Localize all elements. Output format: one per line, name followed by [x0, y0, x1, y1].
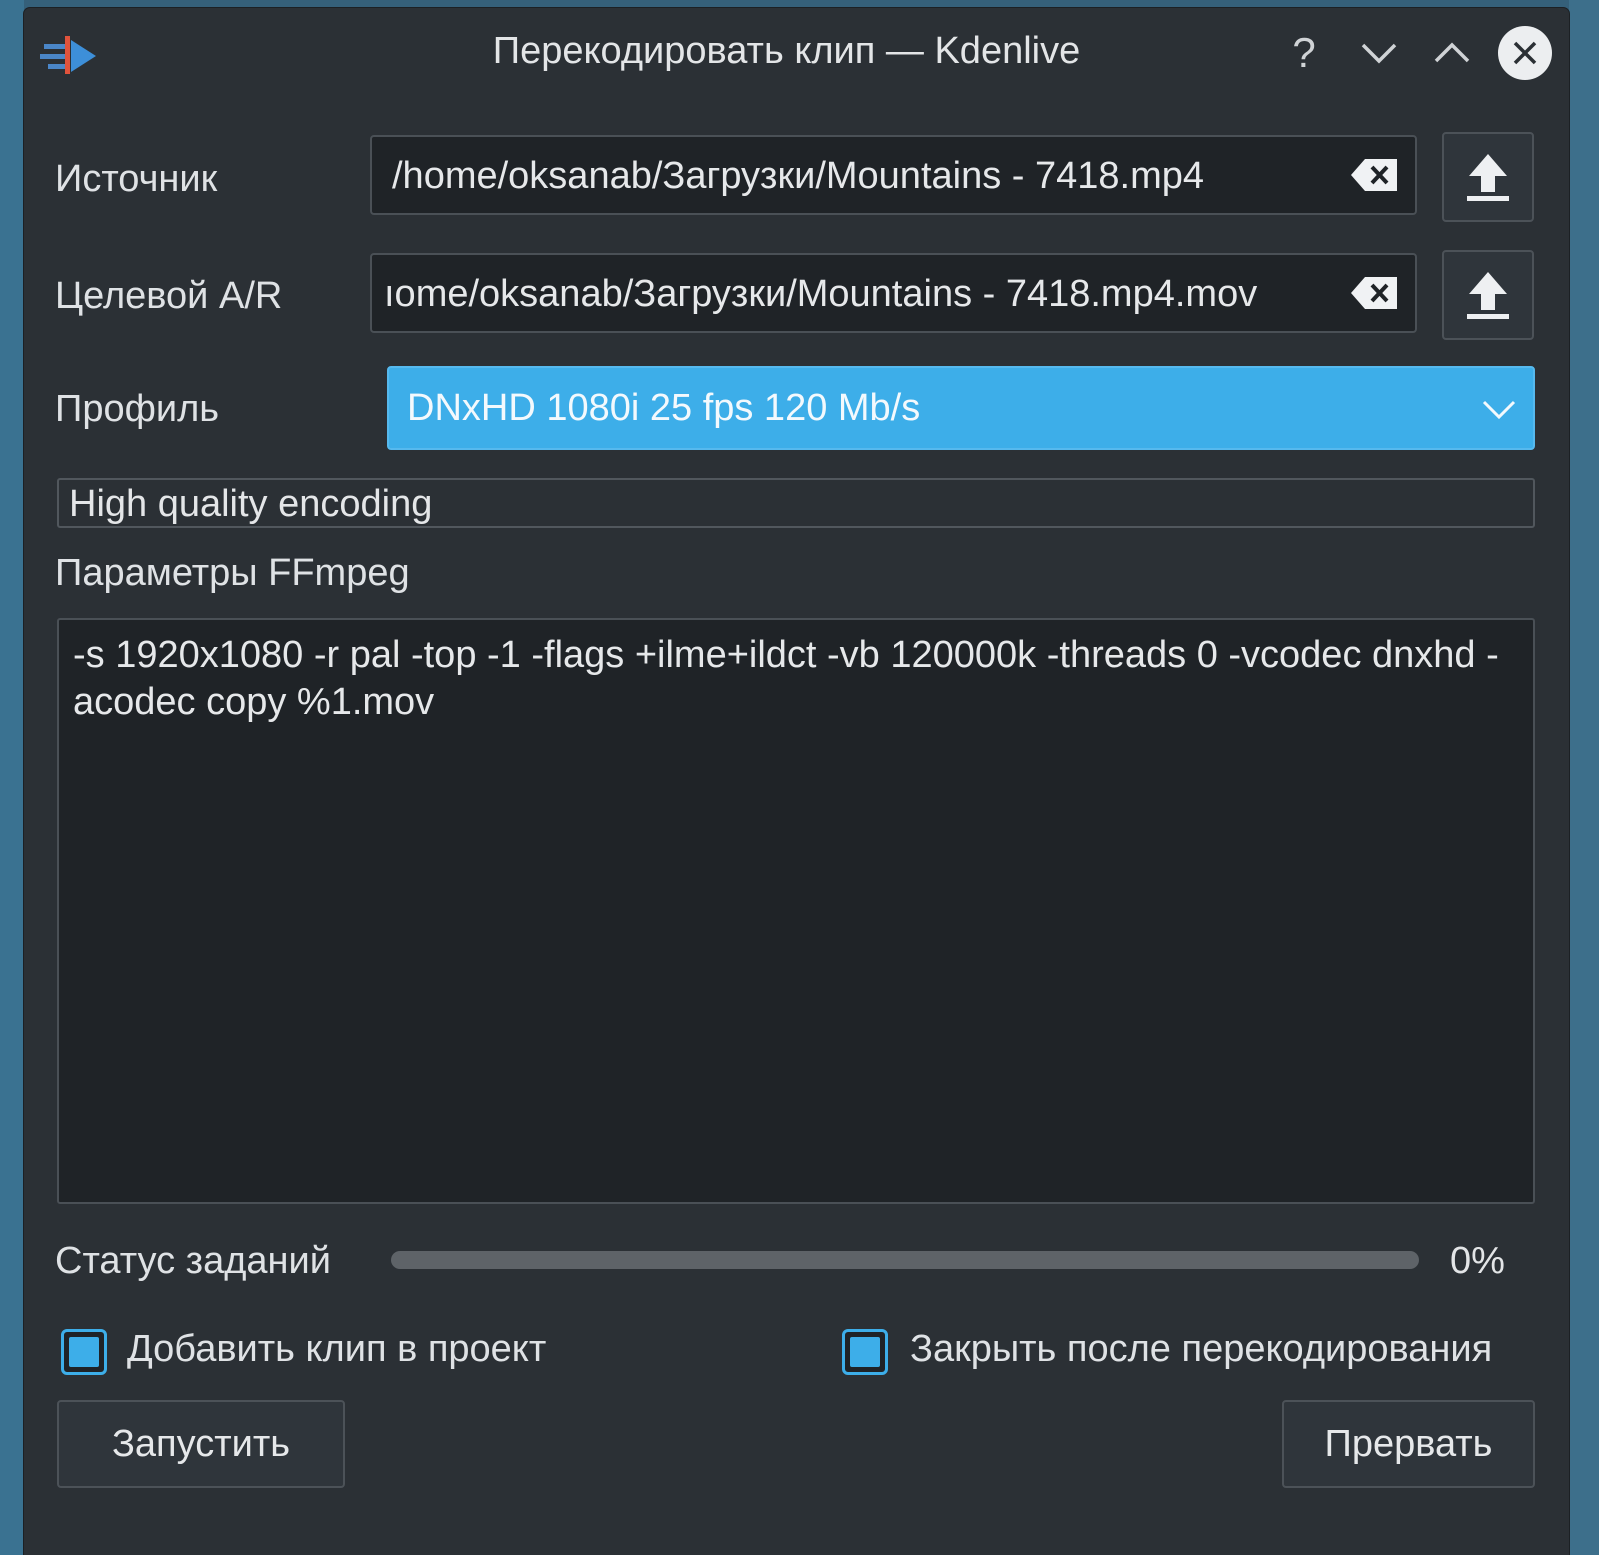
target-browse-button[interactable]: [1442, 250, 1534, 340]
job-status-label: Статус заданий: [55, 1240, 331, 1282]
title-bar[interactable]: Перекодировать клип — Kdenlive ?: [24, 8, 1569, 100]
ffmpeg-params-textarea[interactable]: -s 1920x1080 -r pal -top -1 -flags +ilme…: [57, 618, 1535, 1204]
add-to-project-checkbox[interactable]: [61, 1329, 107, 1375]
transcode-dialog: Перекодировать клип — Kdenlive ? Источни…: [24, 8, 1569, 1555]
maximize-button[interactable]: [1427, 28, 1477, 78]
close-after-label[interactable]: Закрыть после перекодирования: [910, 1328, 1492, 1371]
source-label: Источник: [55, 158, 218, 200]
source-field[interactable]: /home/oksanab/Загрузки/Mountains - 7418.…: [370, 135, 1417, 215]
close-after-checkbox[interactable]: [842, 1329, 888, 1375]
help-button[interactable]: ?: [1279, 28, 1329, 78]
clear-text-icon[interactable]: [1349, 273, 1401, 313]
chevron-down-icon: [1482, 400, 1516, 420]
job-progress-bar: [391, 1251, 1419, 1269]
window-title: Перекодировать клип — Kdenlive: [492, 30, 1081, 72]
target-value: ıome/oksanab/Загрузки/Mountains - 7418.m…: [384, 273, 1258, 315]
checkbox-mark: [850, 1337, 880, 1367]
minimize-button[interactable]: [1354, 28, 1404, 78]
clear-text-icon[interactable]: [1349, 155, 1401, 195]
profile-description: High quality encoding: [57, 478, 1535, 528]
start-button[interactable]: Запустить: [57, 1400, 345, 1488]
profile-select[interactable]: DNxHD 1080i 25 fps 120 Mb/s: [387, 366, 1535, 450]
profile-selected-value: DNxHD 1080i 25 fps 120 Mb/s: [407, 387, 921, 429]
profile-description-text: High quality encoding: [69, 483, 433, 525]
open-file-icon: [1467, 272, 1509, 319]
ffmpeg-params-label: Параметры FFmpeg: [55, 552, 410, 594]
ffmpeg-params-value: -s 1920x1080 -r pal -top -1 -flags +ilme…: [73, 634, 1499, 723]
desktop-edge-left: [0, 0, 24, 1555]
job-progress-text: 0%: [1450, 1240, 1505, 1282]
profile-label: Профиль: [55, 388, 220, 430]
chevron-up-icon: [1434, 42, 1470, 63]
desktop-edge-right: [1569, 0, 1599, 1555]
close-icon: [1513, 41, 1537, 65]
target-field[interactable]: ıome/oksanab/Загрузки/Mountains - 7418.m…: [370, 253, 1417, 333]
chevron-down-icon: [1361, 43, 1397, 64]
open-file-icon: [1467, 154, 1509, 201]
source-browse-button[interactable]: [1442, 132, 1534, 222]
abort-button[interactable]: Прервать: [1282, 1400, 1535, 1488]
source-value: /home/oksanab/Загрузки/Mountains - 7418.…: [392, 155, 1204, 197]
target-label: Целевой A/R: [55, 275, 283, 317]
add-to-project-label[interactable]: Добавить клип в проект: [127, 1328, 546, 1371]
close-button[interactable]: [1498, 26, 1552, 80]
checkbox-mark: [69, 1337, 99, 1367]
